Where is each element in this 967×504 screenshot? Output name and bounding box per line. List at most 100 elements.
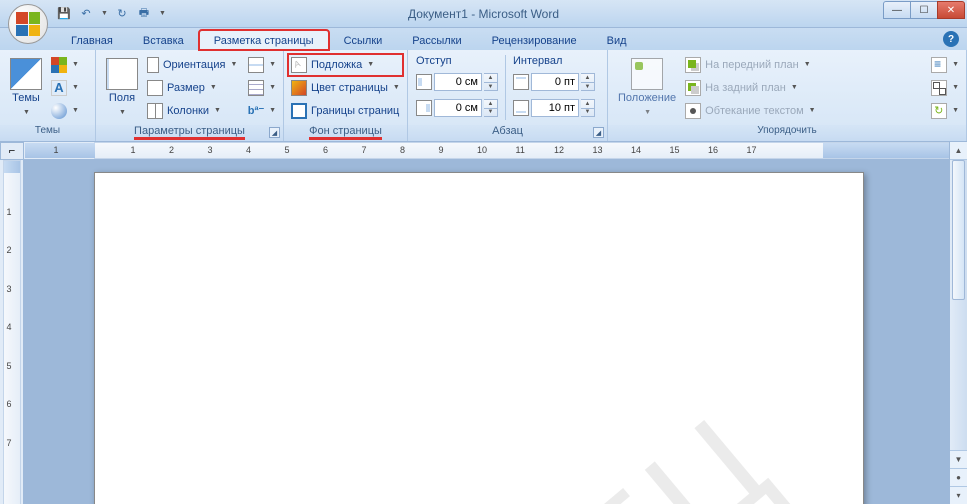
columns-button[interactable]: Колонки▼ (144, 100, 245, 122)
rotate-icon (931, 103, 947, 119)
position-button[interactable]: Положение▼ (612, 53, 682, 122)
breaks-icon (248, 57, 264, 73)
theme-colors-button[interactable]: ▼ (48, 54, 82, 76)
help-button[interactable]: ? (943, 31, 959, 47)
tab-references[interactable]: Ссылки (329, 30, 398, 50)
prev-page-button[interactable]: ● (950, 468, 967, 486)
tab-insert[interactable]: Вставка (128, 30, 199, 50)
group-arrange-label: Упорядочить (608, 125, 966, 141)
bring-front-label: На передний план (705, 59, 799, 71)
minimize-button[interactable]: — (883, 1, 911, 19)
page-color-label: Цвет страницы (311, 82, 388, 94)
tab-selector[interactable]: ⌐ (0, 142, 24, 160)
quick-print-icon[interactable]: 🖶 (136, 6, 152, 22)
watermark-button[interactable]: Подложка▼ (288, 54, 403, 76)
undo-dropdown[interactable]: ▼ (101, 10, 108, 17)
size-icon (147, 80, 163, 96)
position-label: Положение (618, 92, 676, 104)
scroll-thumb[interactable] (952, 160, 965, 300)
indent-left-icon (416, 74, 432, 90)
colors-icon (51, 57, 67, 73)
page-color-button[interactable]: Цвет страницы▼ (288, 77, 403, 99)
columns-icon (147, 103, 163, 119)
vertical-scrollbar[interactable]: ▲ ▼ ● ▾ (949, 142, 967, 504)
group-themes-label: Темы (0, 125, 95, 141)
horizontal-ruler[interactable]: 3211234567891011121314151617 (94, 142, 949, 159)
indent-right-input[interactable]: 0 см (434, 99, 482, 117)
scroll-up-button[interactable]: ▲ (950, 142, 967, 160)
spacing-heading: Интервал (513, 55, 595, 67)
redo-icon[interactable]: ↻ (114, 6, 130, 22)
hyphenation-icon: bª⁻ (248, 103, 264, 119)
group-button: ▼ (928, 77, 962, 99)
margins-button[interactable]: Поля▼ (100, 53, 144, 122)
page-borders-button[interactable]: Границы страниц (288, 100, 403, 122)
size-button[interactable]: Размер▼ (144, 77, 245, 99)
size-label: Размер (167, 82, 205, 94)
position-icon (631, 58, 663, 90)
watermark-label: Подложка (311, 59, 362, 71)
document-page[interactable]: ОБРАЗЕЦ (94, 172, 864, 504)
indent-right-spinner[interactable]: ▲▼ (484, 99, 498, 117)
group-paragraph-label: Абзац (492, 125, 523, 137)
space-after-icon (513, 100, 529, 116)
effects-icon (51, 103, 67, 119)
bring-front-icon (685, 57, 701, 73)
theme-fonts-button[interactable]: A▼ (48, 77, 82, 99)
orientation-label: Ориентация (163, 59, 225, 71)
indent-left-input[interactable]: 0 см (434, 73, 482, 91)
watermark-icon (291, 57, 307, 73)
save-icon[interactable]: 💾 (56, 6, 72, 22)
tab-home[interactable]: Главная (56, 30, 128, 50)
margins-icon (106, 58, 138, 90)
tab-page-layout[interactable]: Разметка страницы (199, 30, 329, 50)
space-before-spinner[interactable]: ▲▼ (581, 73, 595, 91)
tab-review[interactable]: Рецензирование (477, 30, 592, 50)
page-setup-launcher[interactable]: ◢ (269, 127, 280, 138)
tab-view[interactable]: Вид (592, 30, 642, 50)
group-icon (931, 80, 947, 96)
group-page-setup-label: Параметры страницы (134, 125, 245, 140)
theme-effects-button[interactable]: ▼ (48, 100, 82, 122)
align-button: ▼ (928, 54, 962, 76)
space-before-input[interactable]: 0 пт (531, 73, 579, 91)
themes-button[interactable]: Темы▼ (4, 53, 48, 122)
watermark-text: ОБРАЗЕЦ (153, 380, 804, 504)
themes-icon (10, 58, 42, 90)
page-borders-icon (291, 103, 307, 119)
rotate-button: ▼ (928, 100, 962, 122)
group-page-background-label: Фон страницы (309, 125, 382, 140)
undo-icon[interactable]: ↶ (78, 6, 94, 22)
close-button[interactable]: ✕ (937, 1, 965, 19)
breaks-button[interactable]: ▼ (245, 54, 279, 76)
office-button[interactable] (8, 4, 48, 44)
scroll-down-button[interactable]: ▼ (950, 450, 967, 468)
themes-label: Темы (12, 92, 40, 104)
hyphenation-button[interactable]: bª⁻▼ (245, 100, 279, 122)
line-numbers-icon (248, 80, 264, 96)
space-after-input[interactable]: 10 пт (531, 99, 579, 117)
maximize-button[interactable]: ☐ (910, 1, 938, 19)
indent-left-spinner[interactable]: ▲▼ (484, 73, 498, 91)
office-logo-icon (16, 12, 40, 36)
columns-label: Колонки (167, 105, 209, 117)
next-page-button[interactable]: ▾ (950, 486, 967, 504)
space-after-spinner[interactable]: ▲▼ (581, 99, 595, 117)
orientation-button[interactable]: Ориентация▼ (144, 54, 245, 76)
page-borders-label: Границы страниц (311, 105, 399, 117)
text-wrap-icon (685, 103, 701, 119)
vertical-ruler[interactable]: 1234567 (3, 160, 21, 504)
text-wrap-label: Обтекание текстом (705, 105, 804, 117)
tab-mailings[interactable]: Рассылки (397, 30, 476, 50)
indent-right-icon (416, 100, 432, 116)
indent-heading: Отступ (416, 55, 498, 67)
qat-customize[interactable]: ▼ (159, 10, 166, 17)
text-wrap-button: Обтекание текстом▼ (682, 100, 928, 122)
bring-front-button: На передний план▼ (682, 54, 928, 76)
send-back-icon (685, 80, 701, 96)
orientation-icon (147, 57, 159, 73)
paragraph-launcher[interactable]: ◢ (593, 127, 604, 138)
send-back-label: На задний план (705, 82, 786, 94)
line-numbers-button[interactable]: ▼ (245, 77, 279, 99)
align-icon (931, 57, 947, 73)
